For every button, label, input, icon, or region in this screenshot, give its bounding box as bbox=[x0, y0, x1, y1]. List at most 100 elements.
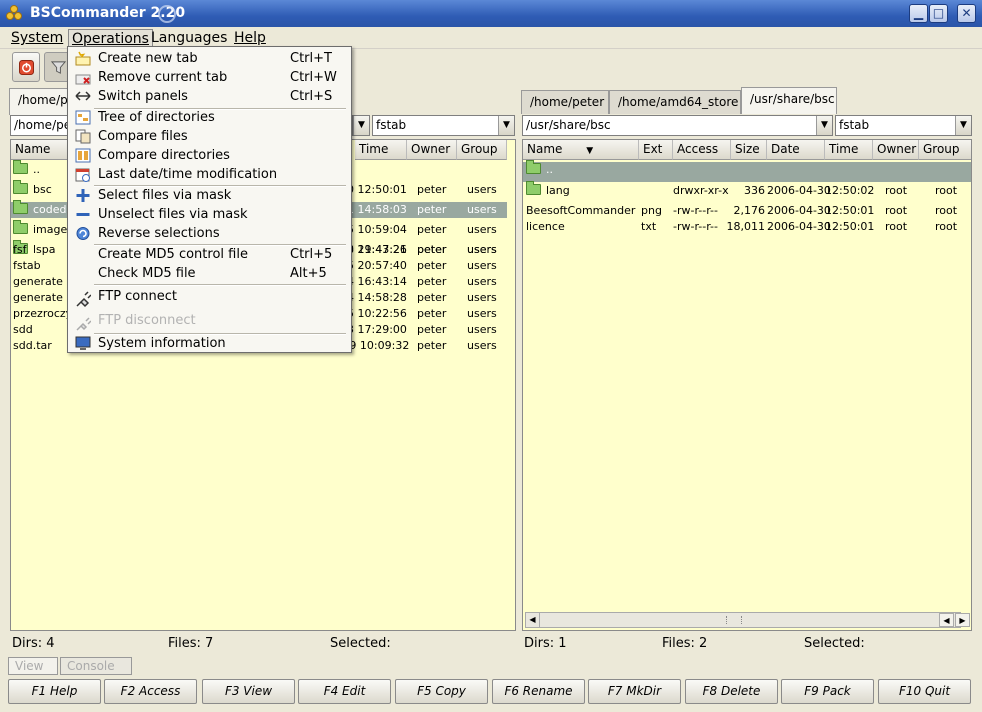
right-table-row[interactable]: BeesoftCommander png -rw-r--r-- 2,176 2006-0… bbox=[523, 203, 971, 219]
left-row-owner: peter bbox=[417, 323, 447, 336]
tab-console[interactable]: Console bbox=[60, 657, 132, 675]
left-filter-combo[interactable]: fstab ▼ bbox=[372, 115, 515, 136]
menu-item-label: Tree of directories bbox=[98, 110, 215, 125]
compare-files-icon bbox=[75, 129, 91, 144]
left-row-name: sdd.tar bbox=[13, 339, 52, 352]
tab-view[interactable]: View bbox=[8, 657, 58, 675]
right-col-owner[interactable]: Owner bbox=[873, 140, 919, 160]
right-table-row[interactable]: licence txt -rw-r--r-- 18,011 2006-04-30 12:5… bbox=[523, 219, 971, 235]
menu-item-remove-current-tab[interactable]: Remove current tab Ctrl+W bbox=[68, 68, 351, 87]
left-row-owner: peter bbox=[417, 275, 447, 288]
right-filter-combo[interactable]: fstab ▼ bbox=[835, 115, 972, 136]
scroll-left-icon[interactable]: ◀ bbox=[526, 613, 540, 627]
right-col-time[interactable]: Time bbox=[825, 140, 873, 160]
right-row-icon bbox=[526, 160, 545, 178]
left-path-dropdown[interactable]: ▼ bbox=[352, 115, 370, 136]
menu-item-create-new-tab[interactable]: Create new tab Ctrl+T bbox=[68, 49, 351, 68]
right-row-group: root bbox=[935, 220, 958, 233]
menu-item-switch-panels[interactable]: Switch panels Ctrl+S bbox=[68, 87, 351, 106]
right-row-owner: root bbox=[885, 184, 908, 197]
menu-item-ftp-disconnect[interactable]: FTP disconnect bbox=[68, 311, 351, 332]
left-filter-value: fstab bbox=[376, 118, 407, 132]
folder-icon bbox=[526, 160, 541, 174]
scroll-left-icon[interactable]: ◀ bbox=[939, 613, 954, 627]
right-col-group[interactable]: Group bbox=[919, 140, 971, 160]
menu-operations[interactable]: Operations bbox=[68, 29, 153, 47]
left-row-time: 4 16:43:14 bbox=[347, 275, 407, 288]
left-col-group[interactable]: Group bbox=[457, 140, 507, 160]
menu-item-label: Select files via mask bbox=[98, 188, 232, 203]
fkey-button-6[interactable]: F6 Rename bbox=[492, 679, 585, 704]
fkey-button-9[interactable]: F9 Pack bbox=[781, 679, 874, 704]
left-tab-home[interactable]: /home/pe bbox=[9, 88, 75, 115]
menu-item-select-via-mask[interactable]: Select files via mask bbox=[68, 186, 351, 205]
menu-item-ftp-connect[interactable]: FTP connect bbox=[68, 287, 351, 308]
right-col-ext[interactable]: Ext bbox=[639, 140, 673, 160]
left-row-owner: peter bbox=[417, 223, 447, 236]
right-col-access[interactable]: Access bbox=[673, 140, 731, 160]
maximize-button[interactable]: □ bbox=[929, 4, 948, 23]
quit-toolbar-button[interactable] bbox=[12, 52, 40, 82]
menu-item-check-md5[interactable]: Check MD5 file Alt+5 bbox=[68, 264, 351, 283]
right-row-icon bbox=[526, 181, 545, 199]
close-button[interactable]: ✕ bbox=[957, 4, 976, 23]
fkey-button-1[interactable]: F1 Help bbox=[8, 679, 101, 704]
left-row-time: 9 21:47:26 bbox=[347, 243, 407, 256]
right-tab-home-peter[interactable]: /home/peter bbox=[521, 90, 609, 114]
fkey-button-3[interactable]: F3 View bbox=[202, 679, 295, 704]
left-col-time[interactable]: Time bbox=[355, 140, 407, 160]
power-icon bbox=[19, 60, 34, 75]
minus-icon bbox=[76, 213, 90, 216]
right-tab-usr-share-bsc[interactable]: /usr/share/bsc bbox=[741, 87, 837, 114]
menu-item-label: Last date/time modification bbox=[98, 167, 278, 182]
left-row-time: 5 10:59:04 bbox=[347, 223, 407, 236]
menu-languages[interactable]: Languages bbox=[148, 29, 230, 47]
right-table-row[interactable]: .. bbox=[523, 160, 971, 182]
left-row-owner: peter bbox=[417, 203, 447, 216]
right-row-time: 12:50:01 bbox=[825, 204, 875, 217]
menu-item-reverse-selections[interactable]: Reverse selections bbox=[68, 224, 351, 243]
fkey-button-10[interactable]: F10 Quit bbox=[878, 679, 971, 704]
folder-icon bbox=[526, 181, 541, 195]
fkey-button-4[interactable]: F4 Edit bbox=[298, 679, 391, 704]
menu-item-last-modification[interactable]: Last date/time modification bbox=[68, 165, 351, 184]
left-col-owner[interactable]: Owner bbox=[407, 140, 457, 160]
menu-item-label: Reverse selections bbox=[98, 226, 220, 241]
right-file-list[interactable]: Name ▼ Ext Access Size Date Time Owner G… bbox=[522, 139, 972, 631]
right-table-row[interactable]: lang drwxr-xr-x 336 2006-04-30 12:50:02 root r… bbox=[523, 181, 971, 199]
menu-item-system-information[interactable]: System information bbox=[68, 334, 351, 353]
right-tab-amd64-store[interactable]: /home/amd64_store bbox=[609, 90, 741, 114]
right-col-date[interactable]: Date bbox=[767, 140, 825, 160]
menu-item-create-md5[interactable]: Create MD5 control file Ctrl+5 bbox=[68, 245, 351, 264]
menu-help[interactable]: Help bbox=[231, 29, 269, 47]
left-col-name[interactable]: Name bbox=[11, 140, 71, 160]
scroll-right-icon[interactable]: ▶ bbox=[955, 613, 970, 627]
minimize-button[interactable]: ▁ bbox=[909, 4, 928, 23]
switch-icon bbox=[75, 91, 91, 101]
fkey-button-2[interactable]: F2 Access bbox=[104, 679, 197, 704]
fkey-button-7[interactable]: F7 MkDir bbox=[588, 679, 681, 704]
menu-item-tree-of-directories[interactable]: Tree of directories bbox=[68, 108, 351, 127]
right-row-time: 12:50:02 bbox=[825, 184, 875, 197]
right-row-group: root bbox=[935, 204, 958, 217]
right-row-name: licence bbox=[526, 220, 565, 233]
left-row-group: users bbox=[467, 203, 497, 216]
menu-system[interactable]: System bbox=[8, 29, 66, 47]
horizontal-scrollbar[interactable]: ◀ bbox=[525, 612, 961, 628]
right-row-size: 18,011 bbox=[726, 220, 766, 233]
menu-item-compare-directories[interactable]: Compare directories bbox=[68, 146, 351, 165]
left-path-value: /home/pet bbox=[14, 118, 70, 132]
right-row-access: -rw-r--r-- bbox=[673, 220, 718, 233]
new-tab-icon bbox=[75, 51, 91, 66]
app-logo-icon bbox=[6, 5, 24, 23]
right-path-combo[interactable]: /usr/share/bsc ▼ bbox=[522, 115, 833, 136]
menu-item-unselect-via-mask[interactable]: Unselect files via mask bbox=[68, 205, 351, 224]
menu-item-compare-files[interactable]: Compare files bbox=[68, 127, 351, 146]
fkey-button-8[interactable]: F8 Delete bbox=[685, 679, 778, 704]
left-row-time: 1 14:58:03 bbox=[347, 203, 407, 216]
scroll-thumb-grip[interactable] bbox=[726, 616, 742, 624]
right-col-size[interactable]: Size bbox=[731, 140, 767, 160]
fkey-button-5[interactable]: F5 Copy bbox=[395, 679, 488, 704]
right-col-name[interactable]: Name ▼ bbox=[523, 140, 639, 160]
left-path-combo[interactable]: /home/pet bbox=[10, 115, 70, 136]
